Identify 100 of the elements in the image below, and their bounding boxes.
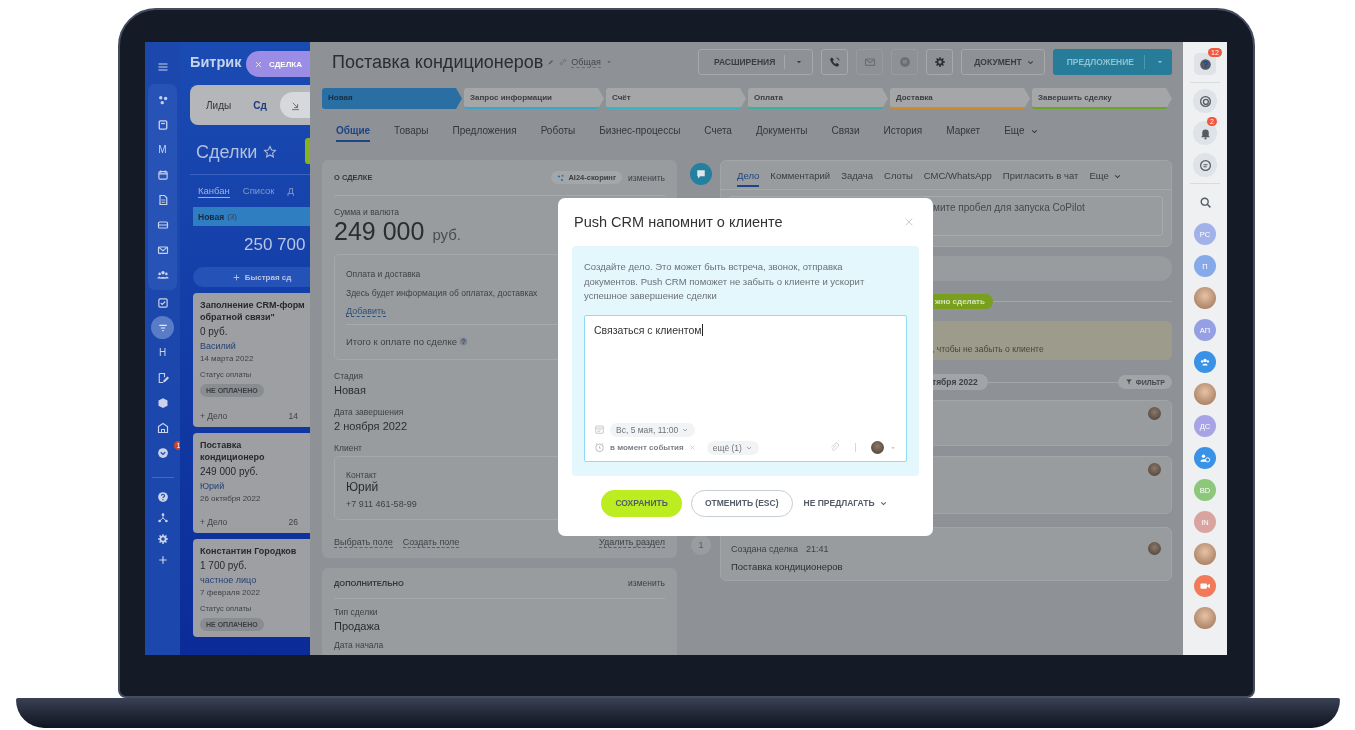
timeline-button[interactable] (690, 163, 712, 185)
tab[interactable]: Пригласить в чат (1002, 170, 1079, 185)
dots-icon[interactable] (156, 93, 169, 106)
edit-link[interactable]: изменить (628, 172, 665, 183)
phone-button[interactable] (821, 49, 849, 75)
contact-link[interactable]: Юрий (200, 481, 310, 491)
tab[interactable]: СМС/WhatsApp (923, 170, 992, 185)
tab[interactable]: Маркет (946, 125, 981, 140)
building-icon[interactable] (156, 421, 169, 434)
spiral-button[interactable] (1193, 89, 1217, 113)
save-button[interactable]: СОХРАНИТЬ (601, 489, 682, 517)
avatar-photo (1148, 407, 1161, 420)
help-icon[interactable] (156, 490, 169, 503)
tab[interactable]: Задача (841, 170, 874, 185)
tab[interactable]: Документы (755, 125, 808, 140)
filter-icon (1124, 378, 1133, 386)
delete-section-link[interactable]: Удалить раздел (599, 537, 665, 548)
paperclip-icon[interactable] (829, 442, 840, 453)
tab[interactable]: Предложения (452, 125, 517, 140)
dont-suggest-button[interactable]: НЕ ПРЕДЛАГАТЬ (801, 489, 890, 517)
people-icon[interactable] (156, 268, 169, 281)
pencil-icon[interactable] (156, 371, 169, 384)
deal-amount: 249 000 руб. (200, 466, 259, 477)
deal-title: Заполнение CRM-форм обратной связи" (200, 299, 306, 323)
stage-step[interactable]: Счёт (606, 88, 746, 109)
stage-step[interactable]: Новая (322, 88, 462, 109)
plus-icon[interactable] (156, 553, 169, 566)
help-icon[interactable] (458, 337, 468, 346)
view-tab[interactable]: Д (287, 185, 294, 197)
field-link[interactable]: Создать поле (402, 537, 460, 548)
tab[interactable]: Бизнес-процессы (599, 125, 681, 140)
tab[interactable]: Комментарий (770, 170, 831, 185)
tab[interactable]: Еще (1089, 170, 1122, 185)
user-chat-button[interactable] (1194, 447, 1216, 469)
date-chip[interactable]: Вс, 5 мая, 11:00 (610, 422, 696, 437)
task-text[interactable]: Связаться с клиентом (594, 322, 897, 337)
edit-link[interactable]: изменить (628, 578, 665, 588)
quick-add-button[interactable]: Быстрая сд (193, 267, 310, 287)
tab[interactable]: Товары (394, 125, 429, 140)
search-icon[interactable] (1198, 195, 1212, 209)
nodes-icon[interactable] (156, 511, 169, 524)
chevron-icon[interactable] (156, 446, 169, 459)
chat-button[interactable] (1193, 153, 1217, 177)
add-activity-link[interactable]: + Дело (200, 411, 228, 421)
deal-card[interactable]: Поставка кондиционеро 249 000 руб. Юрий 26 октября 2022 + Дело 26 (193, 433, 310, 533)
envelope-icon[interactable] (156, 243, 169, 256)
stage-step[interactable]: Запрос информации (464, 88, 604, 109)
settings-icon[interactable] (156, 532, 169, 545)
document-button[interactable]: ДОКУМЕНТ (961, 49, 1045, 75)
extensions-button[interactable]: РАСШИРЕНИЯ (697, 49, 814, 75)
settings-button[interactable] (926, 49, 954, 75)
deal-date: 7 февраля 2022 (200, 588, 261, 597)
tab[interactable]: Слоты (884, 170, 913, 185)
card-icon[interactable] (156, 118, 169, 131)
stage-step[interactable]: Доставка (890, 88, 1030, 109)
tab[interactable]: История (883, 125, 923, 140)
nav-letter[interactable]: Н (158, 347, 167, 358)
document-icon[interactable] (156, 193, 169, 206)
field-link[interactable]: Выбрать поле (334, 537, 393, 548)
help-button[interactable] (1194, 53, 1216, 75)
field-label: Сумма и валюта (334, 207, 399, 217)
stage-step[interactable]: Завершить сделку (1032, 88, 1172, 109)
entity-tag[interactable]: СДЕЛКА (246, 51, 310, 77)
collapse-button[interactable] (280, 92, 310, 118)
contact-link[interactable]: частное лицо (200, 575, 310, 585)
view-tab[interactable]: Канбан (198, 185, 230, 198)
star-icon[interactable] (263, 145, 278, 159)
tab[interactable]: Счета (704, 125, 732, 140)
add-activity-link[interactable]: + Дело (200, 517, 228, 527)
field-label: Тип сделки (334, 607, 378, 617)
tab[interactable]: Общие (336, 125, 371, 142)
tab[interactable]: Сд (253, 99, 267, 111)
contact-link[interactable]: Василий (200, 341, 310, 351)
active-nav-item[interactable] (151, 316, 174, 339)
calendar-icon[interactable] (156, 168, 169, 181)
video-call-button[interactable] (1194, 575, 1216, 597)
offer-button[interactable]: ПРЕДЛОЖЕНИЕ (1052, 49, 1172, 75)
stage-step[interactable]: Оплата (748, 88, 888, 109)
category-dropdown[interactable]: Общая (571, 56, 601, 68)
more-chip[interactable]: ещё (1) (706, 440, 759, 455)
cancel-button[interactable]: ОТМЕНИТЬ (ESC) (690, 489, 793, 517)
tab[interactable]: Связи (831, 125, 860, 140)
tab[interactable]: Еще (1004, 125, 1039, 140)
add-link[interactable]: Добавить (346, 306, 386, 317)
tab[interactable]: Дело (737, 170, 760, 187)
field-label: Контакт (346, 470, 377, 480)
avatar-photo[interactable] (871, 441, 884, 454)
deal-date: 26 октября 2022 (200, 494, 262, 503)
group-chat-button[interactable] (1194, 351, 1216, 373)
task-editor[interactable]: Связаться с клиентом Вс, 5 мая, 11:00 в момент события ещё (1) (584, 314, 907, 462)
cube-icon[interactable] (156, 396, 169, 409)
menu-icon[interactable] (156, 60, 169, 73)
tab[interactable]: Лиды (206, 99, 232, 111)
tab[interactable]: Роботы (540, 125, 576, 140)
group-icon (1199, 356, 1211, 368)
bell-button[interactable] (1193, 121, 1217, 145)
tray-icon[interactable] (156, 218, 169, 231)
nav-letter[interactable]: М (158, 144, 167, 155)
checkbox-icon[interactable] (156, 296, 169, 309)
view-tab[interactable]: Список (242, 185, 275, 197)
